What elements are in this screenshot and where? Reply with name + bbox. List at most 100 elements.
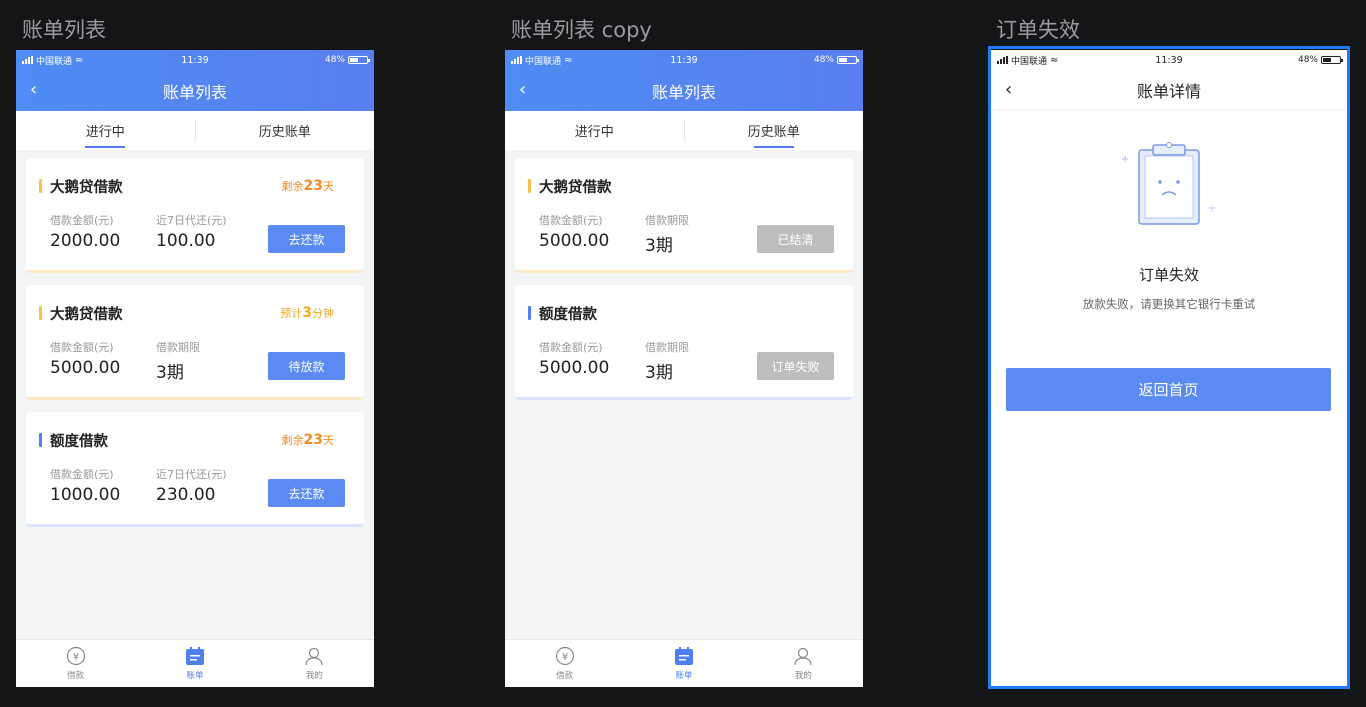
bottom-tab-bill[interactable]: 账单 bbox=[624, 640, 743, 687]
card-title: 大鹅贷借款 bbox=[50, 307, 123, 323]
clock: 11:39 bbox=[181, 54, 209, 66]
card-status: 预计3分钟 bbox=[280, 305, 334, 321]
user-icon bbox=[794, 647, 812, 666]
term-value: 3期 bbox=[156, 363, 184, 383]
settled-button[interactable]: 已结清 bbox=[757, 225, 834, 253]
card-status: 剩余23天 bbox=[281, 178, 334, 194]
term-label: 借款期限 bbox=[645, 214, 689, 227]
bottom-tab-me[interactable]: 我的 bbox=[255, 640, 374, 687]
bottom-tab-loan[interactable]: ¥ 借款 bbox=[505, 640, 624, 687]
artboard-bill-list[interactable]: 中国联通 ≈ 11:39 48% ‹ 账单列表 进行中 历史账单 大鹅贷借款 剩余… bbox=[16, 50, 374, 687]
nav-title: 账单列表 bbox=[162, 82, 227, 102]
board-title-order-invalid: 订单失效 bbox=[996, 18, 1080, 42]
card-title: 额度借款 bbox=[50, 434, 108, 450]
status-bar: 中国联通 ≈ 11:39 48% bbox=[991, 50, 1347, 70]
user-icon bbox=[305, 647, 323, 666]
bill-card[interactable]: 额度借款 借款金额(元) 5000.00 借款期限 3期 订单失败 bbox=[515, 285, 853, 400]
back-home-button[interactable]: 返回首页 bbox=[1006, 368, 1331, 411]
tab-history[interactable]: 历史账单 bbox=[685, 111, 864, 150]
repay-value: 100.00 bbox=[156, 231, 216, 251]
bottom-tab-bill[interactable]: 账单 bbox=[135, 640, 254, 687]
term-value: 3期 bbox=[645, 236, 673, 256]
nav-title: 账单详情 bbox=[1136, 82, 1201, 101]
result-title: 订单失效 bbox=[1138, 266, 1199, 284]
nav-title: 账单列表 bbox=[651, 82, 716, 102]
bottom-tab-label: 账单 bbox=[675, 671, 693, 681]
bottom-tab-bar: ¥ 借款 账单 我的 bbox=[16, 639, 374, 687]
tab-bar: 进行中 历史账单 bbox=[16, 111, 374, 150]
amount-value: 5000.00 bbox=[50, 358, 121, 378]
artboard-order-invalid[interactable]: 中国联通 ≈ 11:39 48% ‹ 账单详情 + + 订单失效 放款失败，请更换… bbox=[991, 50, 1347, 687]
bill-card[interactable]: 大鹅贷借款 剩余23天 借款金额(元) 2000.00 近7日代还(元) 100… bbox=[26, 158, 364, 273]
calendar-icon bbox=[674, 647, 693, 665]
repay-label: 近7日代还(元) bbox=[156, 468, 227, 481]
chevron-left-icon[interactable]: ‹ bbox=[30, 80, 37, 100]
card-title: 额度借款 bbox=[539, 307, 597, 323]
card-accent bbox=[528, 306, 531, 320]
amount-value: 5000.00 bbox=[539, 231, 610, 251]
repay-value: 230.00 bbox=[156, 485, 216, 505]
tab-history[interactable]: 历史账单 bbox=[196, 111, 375, 150]
amount-label: 借款金额(元) bbox=[50, 341, 114, 354]
card-accent bbox=[39, 433, 42, 447]
status-bar: 中国联通 ≈ 11:39 48% bbox=[505, 50, 863, 70]
svg-text:¥: ¥ bbox=[72, 652, 78, 663]
term-label: 借款期限 bbox=[645, 341, 689, 354]
bottom-tab-me[interactable]: 我的 bbox=[744, 640, 863, 687]
order-failed-button[interactable]: 订单失败 bbox=[757, 352, 834, 380]
amount-value: 1000.00 bbox=[50, 485, 121, 505]
sad-clipboard-icon: + + bbox=[1121, 142, 1217, 225]
svg-text:+: + bbox=[1207, 201, 1217, 215]
nav-bar: ‹ 账单列表 bbox=[505, 70, 863, 111]
bottom-tab-label: 我的 bbox=[305, 671, 323, 681]
card-title: 大鹅贷借款 bbox=[50, 180, 123, 196]
battery-icon bbox=[837, 56, 859, 64]
repay-label: 近7日代还(元) bbox=[156, 214, 227, 227]
svg-text:+: + bbox=[1121, 154, 1129, 165]
artboard-bill-list-copy[interactable]: 中国联通 ≈ 11:39 48% ‹ 账单列表 进行中 历史账单 大鹅贷借款 借款… bbox=[505, 50, 863, 687]
chevron-left-icon[interactable]: ‹ bbox=[1005, 80, 1012, 100]
calendar-icon bbox=[185, 647, 204, 665]
battery-icon bbox=[1321, 56, 1343, 64]
svg-text:¥: ¥ bbox=[561, 652, 567, 663]
bottom-tab-label: 账单 bbox=[186, 671, 204, 681]
board-title-bill-list: 账单列表 bbox=[22, 18, 106, 42]
card-accent bbox=[528, 179, 531, 193]
tab-in-progress[interactable]: 进行中 bbox=[505, 111, 684, 150]
tab-in-progress[interactable]: 进行中 bbox=[16, 111, 195, 150]
clock: 11:39 bbox=[1155, 54, 1183, 66]
clock: 11:39 bbox=[670, 54, 698, 66]
pending-button[interactable]: 待放款 bbox=[268, 352, 345, 380]
nav-bar: ‹ 账单详情 bbox=[991, 70, 1347, 111]
card-title: 大鹅贷借款 bbox=[539, 180, 612, 196]
bill-card[interactable]: 大鹅贷借款 预计3分钟 借款金额(元) 5000.00 借款期限 3期 待放款 bbox=[26, 285, 364, 400]
term-label: 借款期限 bbox=[156, 341, 200, 354]
nav-bar: ‹ 账单列表 bbox=[16, 70, 374, 111]
status-bar: 中国联通 ≈ 11:39 48% bbox=[16, 50, 374, 70]
bill-card[interactable]: 额度借款 剩余23天 借款金额(元) 1000.00 近7日代还(元) 230.… bbox=[26, 412, 364, 527]
bottom-tab-bar: ¥ 借款 账单 我的 bbox=[505, 639, 863, 687]
board-title-bill-list-copy: 账单列表 copy bbox=[511, 18, 652, 42]
yen-circle-icon: ¥ bbox=[66, 646, 85, 666]
card-status: 剩余23天 bbox=[281, 432, 334, 448]
repay-button[interactable]: 去还款 bbox=[268, 225, 345, 253]
amount-label: 借款金额(元) bbox=[50, 214, 114, 227]
bottom-tab-loan[interactable]: ¥ 借款 bbox=[16, 640, 135, 687]
amount-label: 借款金额(元) bbox=[539, 341, 603, 354]
repay-button[interactable]: 去还款 bbox=[268, 479, 345, 507]
bottom-tab-label: 借款 bbox=[67, 671, 85, 681]
card-accent bbox=[39, 179, 42, 193]
card-accent bbox=[39, 306, 42, 320]
yen-circle-icon: ¥ bbox=[555, 646, 574, 666]
result-subtitle: 放款失败，请更换其它银行卡重试 bbox=[1082, 297, 1256, 311]
tab-bar: 进行中 历史账单 bbox=[505, 111, 863, 150]
battery-icon bbox=[348, 56, 370, 64]
amount-value: 5000.00 bbox=[539, 358, 610, 378]
bottom-tab-label: 我的 bbox=[794, 671, 812, 681]
amount-label: 借款金额(元) bbox=[539, 214, 603, 227]
chevron-left-icon[interactable]: ‹ bbox=[519, 80, 526, 100]
amount-label: 借款金额(元) bbox=[50, 468, 114, 481]
bottom-tab-label: 借款 bbox=[556, 671, 574, 681]
bill-card[interactable]: 大鹅贷借款 借款金额(元) 5000.00 借款期限 3期 已结清 bbox=[515, 158, 853, 273]
term-value: 3期 bbox=[645, 363, 673, 383]
